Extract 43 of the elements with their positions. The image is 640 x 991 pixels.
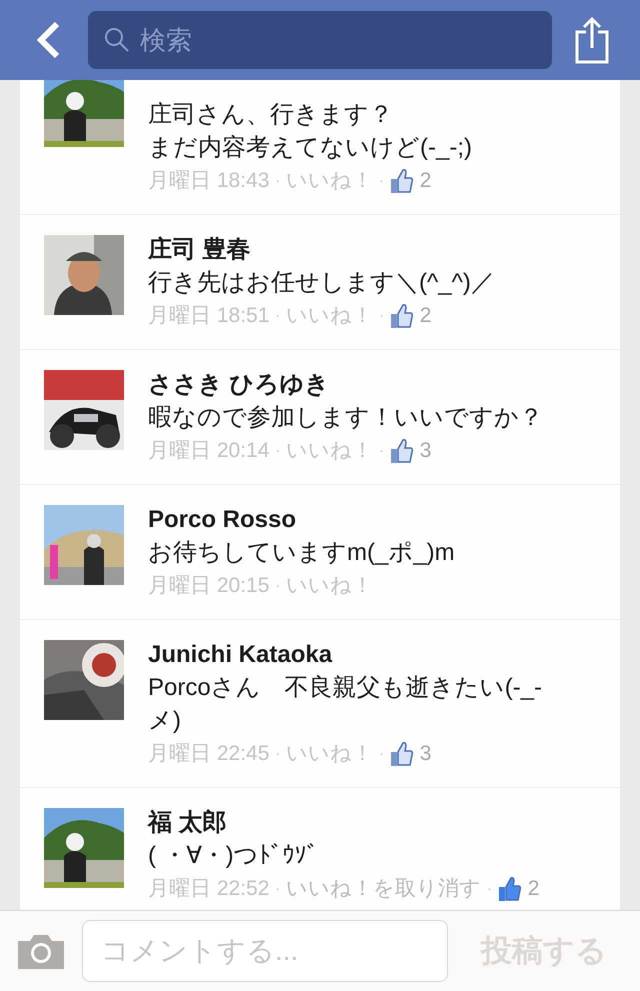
search-field[interactable]: 検索 xyxy=(88,11,552,69)
like-link[interactable]: いいね！ xyxy=(286,299,374,332)
separator-dot: · xyxy=(487,879,492,898)
search-icon xyxy=(104,27,130,53)
author-name[interactable]: Porco Rosso xyxy=(148,503,570,536)
separator-dot: · xyxy=(275,171,280,190)
separator-dot: · xyxy=(379,744,384,763)
author-name[interactable]: Junichi Kataoka xyxy=(148,638,570,671)
separator-dot: · xyxy=(275,576,280,595)
like-count[interactable]: 3 xyxy=(420,737,432,770)
like-count[interactable]: 3 xyxy=(420,434,432,467)
like-link[interactable]: いいね！ xyxy=(286,737,374,770)
like-link[interactable]: いいね！ xyxy=(286,569,374,602)
timestamp: 月曜日 18:43 xyxy=(148,168,270,194)
timestamp: 月曜日 18:51 xyxy=(148,303,270,329)
separator-dot: · xyxy=(275,744,280,763)
like-count[interactable]: 2 xyxy=(420,164,432,197)
timestamp: 月曜日 20:14 xyxy=(148,438,270,464)
author-name[interactable]: ささき ひろゆき xyxy=(148,368,570,401)
author-name[interactable]: 福 太郎 xyxy=(148,806,570,839)
separator-dot: · xyxy=(379,441,384,460)
comment-field[interactable]: コメントする... xyxy=(82,920,448,982)
comment-text: 行き先はお任せします＼(^_^)／ xyxy=(148,268,496,298)
like-link[interactable]: いいね！ xyxy=(286,164,374,197)
like-count[interactable]: 2 xyxy=(420,299,432,332)
unlike-link[interactable]: いいね！を取り消す xyxy=(286,872,482,905)
like-link[interactable]: いいね！ xyxy=(286,434,374,467)
comment-text: Porcoさん 不良親父も逝きたい(-_-メ) xyxy=(148,673,544,736)
like-count[interactable]: 2 xyxy=(528,872,540,905)
author-name[interactable]: 庄司 豊春 xyxy=(148,233,570,266)
timestamp: 月曜日 22:45 xyxy=(148,741,270,767)
separator-dot: · xyxy=(275,879,280,898)
timestamp: 月曜日 20:15 xyxy=(148,573,270,599)
comment-text: 暇なので参加します！いいですか？ xyxy=(148,403,544,433)
comment-text: 庄司さん、行きます？ xyxy=(148,100,394,130)
separator-dot: · xyxy=(379,306,384,325)
separator-dot: · xyxy=(379,171,384,190)
timestamp: 月曜日 22:52 xyxy=(148,876,270,902)
comment-text: まだ内容考えてないけど(-_-;) xyxy=(148,133,473,163)
separator-dot: · xyxy=(275,441,280,460)
separator-dot: · xyxy=(275,306,280,325)
comment-text: お待ちしていますm(_ポ_)m xyxy=(148,538,456,568)
comment-text: ( ・∀・)つﾄﾞｳｿﾞ xyxy=(148,841,320,871)
